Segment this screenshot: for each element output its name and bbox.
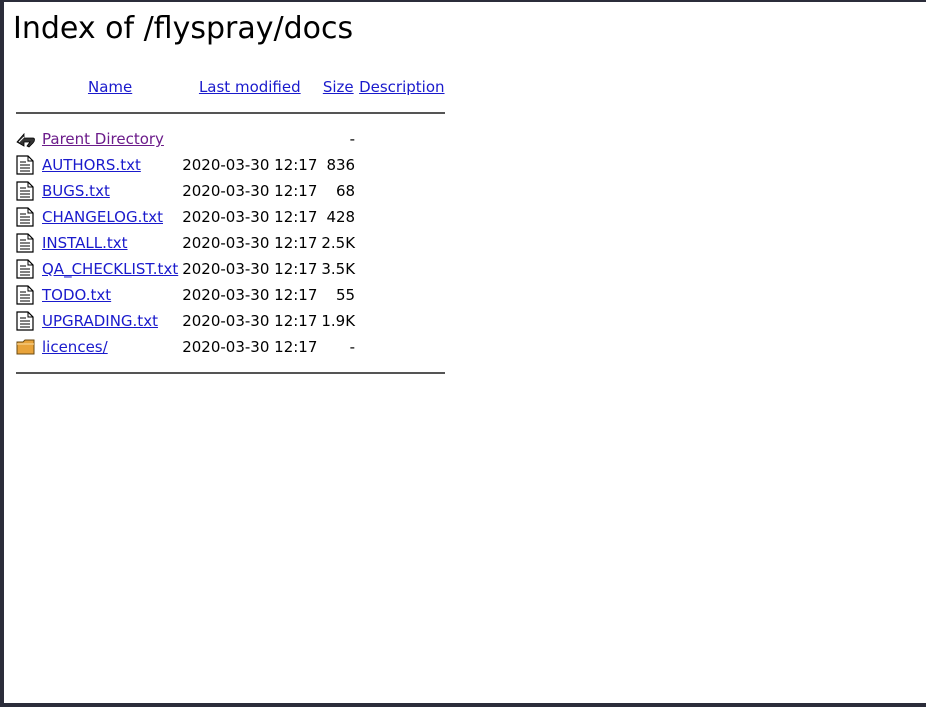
- size-column-header: Size: [319, 74, 357, 100]
- parent-directory-name-cell: Parent Directory: [40, 126, 180, 152]
- entry-description: [357, 282, 446, 308]
- entry-link[interactable]: INSTALL.txt: [42, 234, 128, 252]
- top-divider: [14, 100, 447, 126]
- icon-column-header: [14, 74, 40, 100]
- entries-list: AUTHORS.txt 2020-03-30 12:17 836 BUGS.txt 20…: [14, 152, 447, 360]
- entry-size: 3.5K: [321, 260, 356, 278]
- description-column-header: Description: [357, 74, 446, 100]
- entry-name-cell: INSTALL.txt: [40, 230, 180, 256]
- entry-link[interactable]: CHANGELOG.txt: [42, 208, 163, 226]
- entry-size: 836: [326, 156, 356, 174]
- entry-row: QA_CHECKLIST.txt 2020-03-30 12:17 3.5K: [14, 256, 447, 282]
- entry-link[interactable]: TODO.txt: [42, 286, 111, 304]
- entry-date: 2020-03-30 12:17: [182, 260, 318, 278]
- entry-link[interactable]: licences/: [42, 338, 108, 356]
- back-arrow-icon: [14, 126, 40, 152]
- entry-row: UPGRADING.txt 2020-03-30 12:17 1.9K: [14, 308, 447, 334]
- text-file-icon: [14, 178, 40, 204]
- entry-size: 68: [335, 182, 356, 200]
- entry-link[interactable]: UPGRADING.txt: [42, 312, 158, 330]
- folder-icon: [14, 334, 40, 360]
- entry-row: INSTALL.txt 2020-03-30 12:17 2.5K: [14, 230, 447, 256]
- text-file-icon: [14, 308, 40, 334]
- entry-date: 2020-03-30 12:17: [182, 286, 318, 304]
- entry-row: BUGS.txt 2020-03-30 12:17 68: [14, 178, 447, 204]
- entry-link[interactable]: AUTHORS.txt: [42, 156, 141, 174]
- last-modified-column-header: Last modified: [180, 74, 319, 100]
- entry-description: [357, 152, 446, 178]
- entry-name-cell: licences/: [40, 334, 180, 360]
- text-file-icon: [14, 204, 40, 230]
- parent-directory-link[interactable]: Parent Directory: [42, 130, 164, 148]
- entry-size: 1.9K: [321, 312, 356, 330]
- entry-description: [357, 256, 446, 282]
- entry-description: [357, 308, 446, 334]
- text-file-icon: [14, 230, 40, 256]
- entry-name-cell: TODO.txt: [40, 282, 180, 308]
- entry-size: 2.5K: [321, 234, 356, 252]
- entry-date: 2020-03-30 12:17: [182, 182, 318, 200]
- page-body: Index of /flyspray/docs Name Last modifi…: [4, 2, 926, 703]
- entry-name-cell: QA_CHECKLIST.txt: [40, 256, 180, 282]
- entry-row: TODO.txt 2020-03-30 12:17 55: [14, 282, 447, 308]
- entry-name-cell: UPGRADING.txt: [40, 308, 180, 334]
- page-title: Index of /flyspray/docs: [13, 11, 354, 46]
- bottom-divider: [14, 360, 447, 386]
- entry-date: 2020-03-30 12:17: [182, 156, 318, 174]
- entry-row: CHANGELOG.txt 2020-03-30 12:17 428: [14, 204, 447, 230]
- entry-date: 2020-03-30 12:17: [182, 234, 318, 252]
- text-file-icon: [14, 282, 40, 308]
- name-column-header: Name: [40, 74, 180, 100]
- entry-row: licences/2020-03-30 12:17 -: [14, 334, 447, 360]
- entry-row: AUTHORS.txt 2020-03-30 12:17 836: [14, 152, 447, 178]
- entry-date: 2020-03-30 12:17: [182, 338, 318, 356]
- entry-description: [357, 230, 446, 256]
- entry-link[interactable]: QA_CHECKLIST.txt: [42, 260, 178, 278]
- entry-name-cell: CHANGELOG.txt: [40, 204, 180, 230]
- entry-description: [357, 334, 446, 360]
- entry-size: 55: [335, 286, 356, 304]
- text-file-icon: [14, 256, 40, 282]
- entry-size: 428: [326, 208, 356, 226]
- text-file-icon: [14, 152, 40, 178]
- directory-listing: Name Last modified Size Description Pare…: [14, 74, 447, 386]
- entry-name-cell: BUGS.txt: [40, 178, 180, 204]
- parent-directory-row: Parent Directory -: [14, 126, 447, 152]
- parent-directory-size: -: [349, 130, 356, 148]
- entry-description: [357, 178, 446, 204]
- parent-directory-description: [357, 126, 446, 152]
- entry-size: -: [349, 338, 356, 356]
- entry-link[interactable]: BUGS.txt: [42, 182, 110, 200]
- sort-by-description-link[interactable]: Description: [359, 78, 444, 96]
- header-row: Name Last modified Size Description: [14, 74, 447, 100]
- parent-directory-date-cell: [180, 126, 319, 152]
- entry-date: 2020-03-30 12:17: [182, 208, 318, 226]
- entry-description: [357, 204, 446, 230]
- sort-by-last-modified-link[interactable]: Last modified: [199, 78, 301, 96]
- sort-by-size-link[interactable]: Size: [323, 78, 354, 96]
- entry-name-cell: AUTHORS.txt: [40, 152, 180, 178]
- entry-date: 2020-03-30 12:17: [182, 312, 318, 330]
- sort-by-name-link[interactable]: Name: [88, 78, 132, 96]
